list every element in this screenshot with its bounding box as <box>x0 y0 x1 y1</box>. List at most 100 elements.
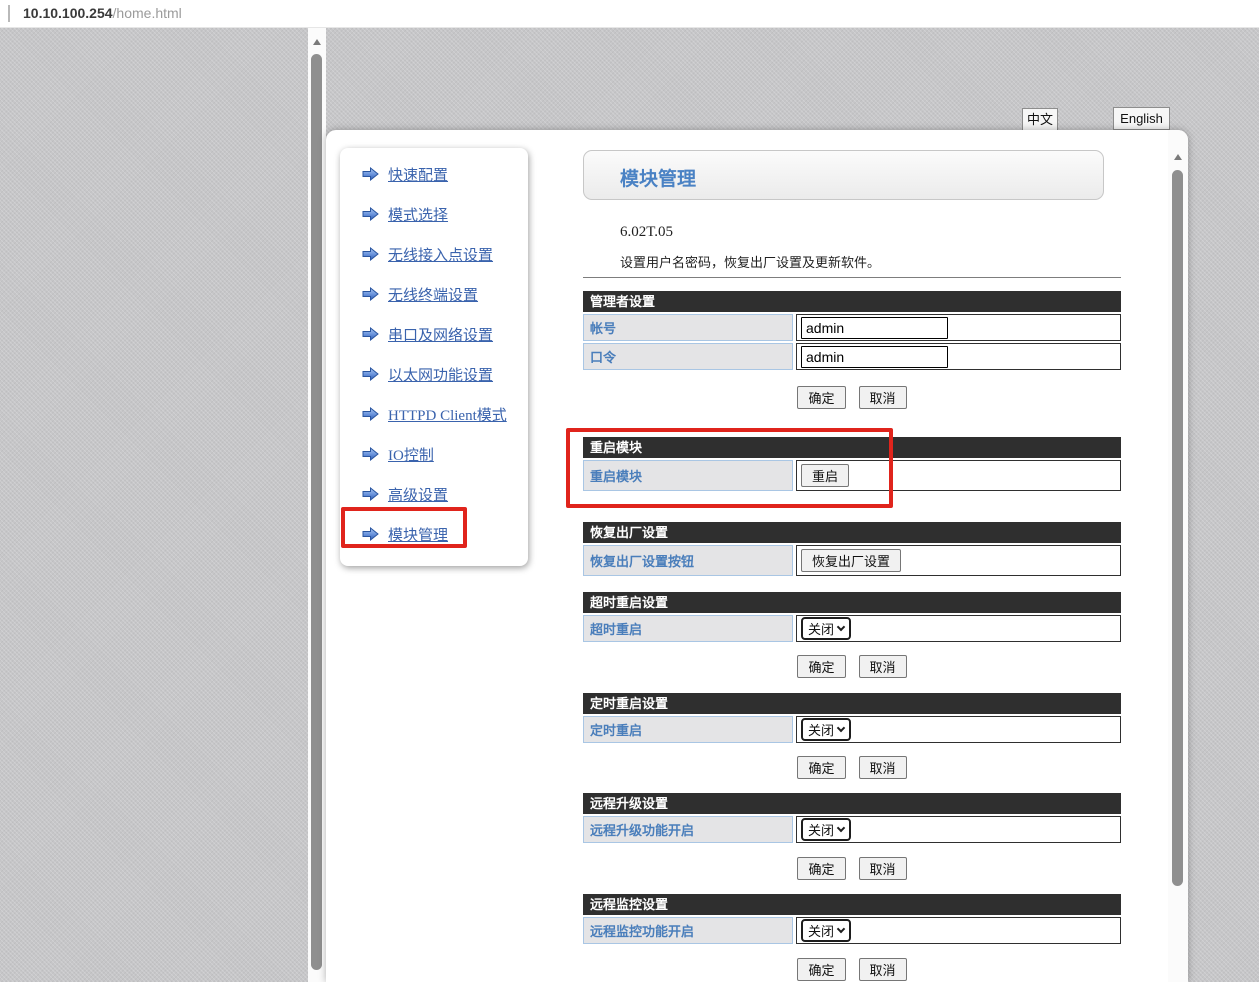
section-timeout-reboot: 超时重启设置 超时重启 关闭 <box>583 592 1121 642</box>
ok-button[interactable]: 确定 <box>797 857 845 880</box>
page-title: 模块管理 <box>620 164 696 191</box>
section-header: 定时重启设置 <box>583 693 1121 714</box>
arrow-right-icon <box>362 287 379 301</box>
remote-upgrade-select[interactable]: 关闭 <box>801 818 851 841</box>
language-chinese-button[interactable]: 中文 <box>1022 108 1058 131</box>
inner-scrollbar[interactable] <box>1168 130 1188 982</box>
arrow-right-icon <box>362 487 379 501</box>
page-description: 设置用户名密码，恢复出厂设置及更新软件。 <box>620 252 880 271</box>
firmware-version: 6.02T.05 <box>620 224 673 241</box>
admin-actions: 确定 取消 <box>583 386 1121 409</box>
timeout-reboot-label: 超时重启 <box>583 615 793 642</box>
sidebar-item-wireless-ap[interactable]: 无线接入点设置 <box>362 244 528 264</box>
section-remote-monitor: 远程监控设置 远程监控功能开启 关闭 <box>583 894 1121 944</box>
arrow-right-icon <box>362 407 379 421</box>
cancel-button[interactable]: 取消 <box>859 857 907 880</box>
sidebar-item-label[interactable]: 模块管理 <box>388 524 448 545</box>
sidebar-item-label[interactable]: IO控制 <box>388 444 434 465</box>
arrow-right-icon <box>362 207 379 221</box>
sidebar-item-label[interactable]: 串口及网络设置 <box>388 324 493 345</box>
cancel-button[interactable]: 取消 <box>859 386 907 409</box>
cancel-button[interactable]: 取消 <box>859 756 907 779</box>
sidebar-item-httpd-client[interactable]: HTTPD Client模式 <box>362 404 528 424</box>
selected-option: 关闭 <box>808 720 834 739</box>
arrow-right-icon <box>362 167 379 181</box>
section-factory-reset: 恢复出厂设置 恢复出厂设置按钮 恢复出厂设置 <box>583 522 1121 576</box>
username-label: 帐号 <box>583 314 793 341</box>
password-input[interactable] <box>801 346 948 368</box>
username-cell <box>796 314 1121 341</box>
section-admin-settings: 管理者设置 帐号 口令 <box>583 291 1121 370</box>
remote-upgrade-cell: 关闭 <box>796 816 1121 843</box>
sidebar-item-advanced[interactable]: 高级设置 <box>362 484 528 504</box>
page-title-panel: 模块管理 <box>583 150 1104 200</box>
url-text[interactable]: 10.10.100.254/home.html <box>23 5 182 21</box>
divider <box>583 277 1121 278</box>
section-header: 超时重启设置 <box>583 592 1121 613</box>
section-header: 远程升级设置 <box>583 793 1121 814</box>
factory-reset-cell: 恢复出厂设置 <box>796 545 1121 576</box>
scroll-up-icon[interactable] <box>313 39 321 45</box>
table-row: 重启模块 重启 <box>583 460 1121 491</box>
reboot-button[interactable]: 重启 <box>801 464 849 487</box>
arrow-right-icon <box>362 367 379 381</box>
sidebar-item-label[interactable]: 无线终端设置 <box>388 284 478 305</box>
selected-option: 关闭 <box>808 921 834 940</box>
chevron-down-icon <box>837 724 845 732</box>
ok-button[interactable]: 确定 <box>797 958 845 981</box>
reboot-label: 重启模块 <box>583 460 793 491</box>
arrow-right-icon <box>362 327 379 341</box>
factory-reset-label: 恢复出厂设置按钮 <box>583 545 793 576</box>
ok-button[interactable]: 确定 <box>797 386 845 409</box>
sidebar-item-module-management[interactable]: 模块管理 <box>362 524 528 544</box>
content-panel: 快速配置 模式选择 无线接入点设置 无线终端设置 串口及网络设置 <box>326 130 1188 982</box>
outer-scrollbar[interactable] <box>308 28 326 982</box>
sidebar-item-ethernet[interactable]: 以太网功能设置 <box>362 364 528 384</box>
sidebar-item-serial-network[interactable]: 串口及网络设置 <box>362 324 528 344</box>
main-content: 模块管理 6.02T.05 设置用户名密码，恢复出厂设置及更新软件。 管理者设置… <box>583 150 1121 982</box>
scheduled-actions: 确定 取消 <box>583 756 1121 779</box>
ok-button[interactable]: 确定 <box>797 655 845 678</box>
page-background: 中文 English 快速配置 模式选择 无 <box>0 28 1259 982</box>
sidebar-item-wireless-sta[interactable]: 无线终端设置 <box>362 284 528 304</box>
scroll-up-icon[interactable] <box>1174 154 1182 160</box>
sidebar-item-label[interactable]: 快速配置 <box>388 164 448 185</box>
monitor-actions: 确定 取消 <box>583 958 1121 981</box>
remote-upgrade-label: 远程升级功能开启 <box>583 816 793 843</box>
section-header: 恢复出厂设置 <box>583 522 1121 543</box>
timeout-reboot-select[interactable]: 关闭 <box>801 617 851 640</box>
scheduled-reboot-label: 定时重启 <box>583 716 793 743</box>
cancel-button[interactable]: 取消 <box>859 655 907 678</box>
arrow-right-icon <box>362 447 379 461</box>
table-row: 定时重启 关闭 <box>583 716 1121 743</box>
table-row: 帐号 <box>583 314 1121 341</box>
sidebar-item-io-control[interactable]: IO控制 <box>362 444 528 464</box>
browser-address-bar[interactable]: 10.10.100.254/home.html <box>0 0 1259 28</box>
sidebar-item-label[interactable]: HTTPD Client模式 <box>388 404 507 425</box>
inner-scrollbar-thumb[interactable] <box>1172 170 1183 886</box>
factory-reset-button[interactable]: 恢复出厂设置 <box>801 549 901 572</box>
sidebar-menu: 快速配置 模式选择 无线接入点设置 无线终端设置 串口及网络设置 <box>340 148 528 566</box>
section-header: 管理者设置 <box>583 291 1121 312</box>
remote-monitor-select[interactable]: 关闭 <box>801 919 851 942</box>
timeout-reboot-cell: 关闭 <box>796 615 1121 642</box>
outer-scrollbar-thumb[interactable] <box>311 54 322 970</box>
language-english-button[interactable]: English <box>1113 107 1170 130</box>
username-input[interactable] <box>801 317 948 339</box>
url-host: 10.10.100.254 <box>23 5 113 21</box>
chevron-down-icon <box>837 824 845 832</box>
remote-monitor-cell: 关闭 <box>796 917 1121 944</box>
chevron-down-icon <box>837 925 845 933</box>
sidebar-item-quick-config[interactable]: 快速配置 <box>362 164 528 184</box>
url-path: /home.html <box>113 5 182 21</box>
sidebar-item-label[interactable]: 高级设置 <box>388 484 448 505</box>
chevron-down-icon <box>837 623 845 631</box>
sidebar-item-label[interactable]: 以太网功能设置 <box>388 364 493 385</box>
sidebar-item-label[interactable]: 模式选择 <box>388 204 448 225</box>
section-reboot-module: 重启模块 重启模块 重启 <box>583 437 1121 491</box>
scheduled-reboot-select[interactable]: 关闭 <box>801 718 851 741</box>
sidebar-item-label[interactable]: 无线接入点设置 <box>388 244 493 265</box>
sidebar-item-mode-select[interactable]: 模式选择 <box>362 204 528 224</box>
ok-button[interactable]: 确定 <box>797 756 845 779</box>
cancel-button[interactable]: 取消 <box>859 958 907 981</box>
